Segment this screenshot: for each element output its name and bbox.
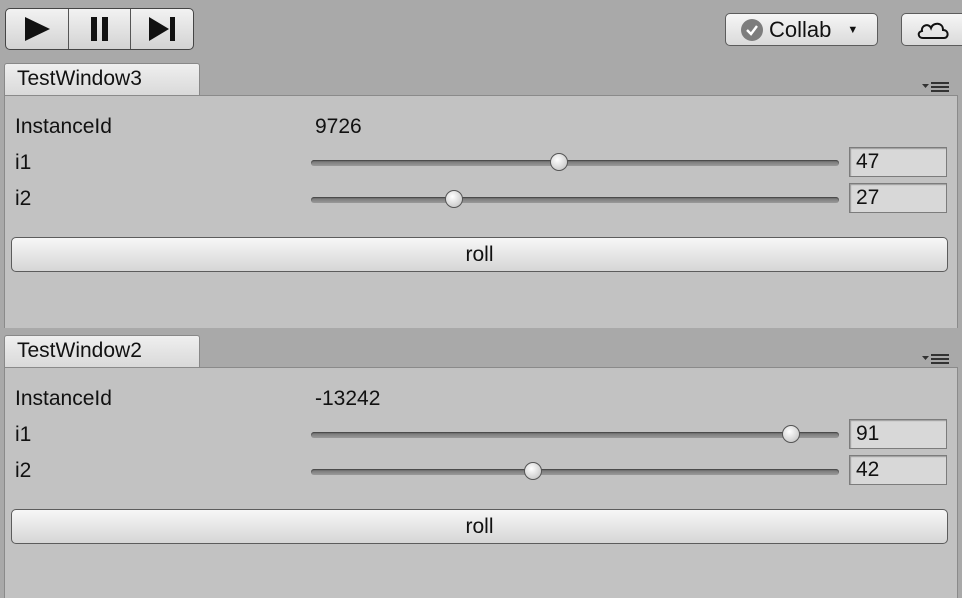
i1-label: i1 (15, 423, 32, 446)
i1-slider[interactable] (311, 153, 839, 171)
toolbar: Collab ▼ (0, 0, 962, 58)
tab-test-window-2[interactable]: TestWindow2 (4, 335, 200, 367)
roll-button[interactable]: roll (11, 509, 948, 544)
window-panel: InstanceId 9726 i1 47 i2 27 roll (4, 95, 958, 328)
i2-label: i2 (15, 459, 32, 482)
collab-label: Collab (769, 16, 832, 42)
slider-thumb[interactable] (523, 462, 542, 480)
play-button[interactable] (6, 9, 69, 49)
roll-button[interactable]: roll (11, 237, 948, 272)
test-window-2: TestWindow2 InstanceId -13242 i1 91 i2 4… (0, 335, 962, 598)
window-menu-icon[interactable] (922, 353, 952, 365)
window-menu-icon[interactable] (922, 81, 952, 93)
i2-label: i2 (15, 187, 32, 210)
tab-test-window-3[interactable]: TestWindow3 (4, 63, 200, 95)
chevron-down-icon: ▼ (847, 23, 859, 36)
window-panel: InstanceId -13242 i1 91 i2 42 roll (4, 367, 958, 598)
playmode-controls (5, 8, 194, 50)
instance-id-value: 9726 (315, 115, 362, 138)
slider-thumb[interactable] (444, 190, 463, 208)
i1-slider[interactable] (311, 425, 839, 443)
instance-id-value: -13242 (315, 387, 381, 410)
slider-thumb[interactable] (550, 153, 569, 171)
i1-field[interactable]: 91 (849, 419, 947, 449)
i1-field[interactable]: 47 (849, 147, 947, 177)
i1-label: i1 (15, 151, 32, 174)
pause-icon (90, 17, 108, 41)
cloud-button[interactable] (901, 13, 962, 46)
test-window-3: TestWindow3 InstanceId 9726 i1 47 i2 27 … (0, 63, 962, 328)
step-icon (149, 17, 176, 41)
i2-field[interactable]: 42 (849, 455, 947, 485)
i2-field[interactable]: 27 (849, 183, 947, 213)
i2-slider[interactable] (311, 190, 839, 208)
instance-id-label: InstanceId (15, 387, 112, 410)
pause-button[interactable] (69, 9, 132, 49)
check-circle-icon (741, 18, 763, 41)
instance-id-label: InstanceId (15, 115, 112, 138)
collab-dropdown[interactable]: Collab ▼ (725, 13, 878, 46)
cloud-icon (917, 22, 949, 39)
step-button[interactable] (131, 9, 193, 49)
play-icon (24, 17, 50, 41)
i2-slider[interactable] (311, 462, 839, 480)
slider-thumb[interactable] (782, 425, 801, 443)
